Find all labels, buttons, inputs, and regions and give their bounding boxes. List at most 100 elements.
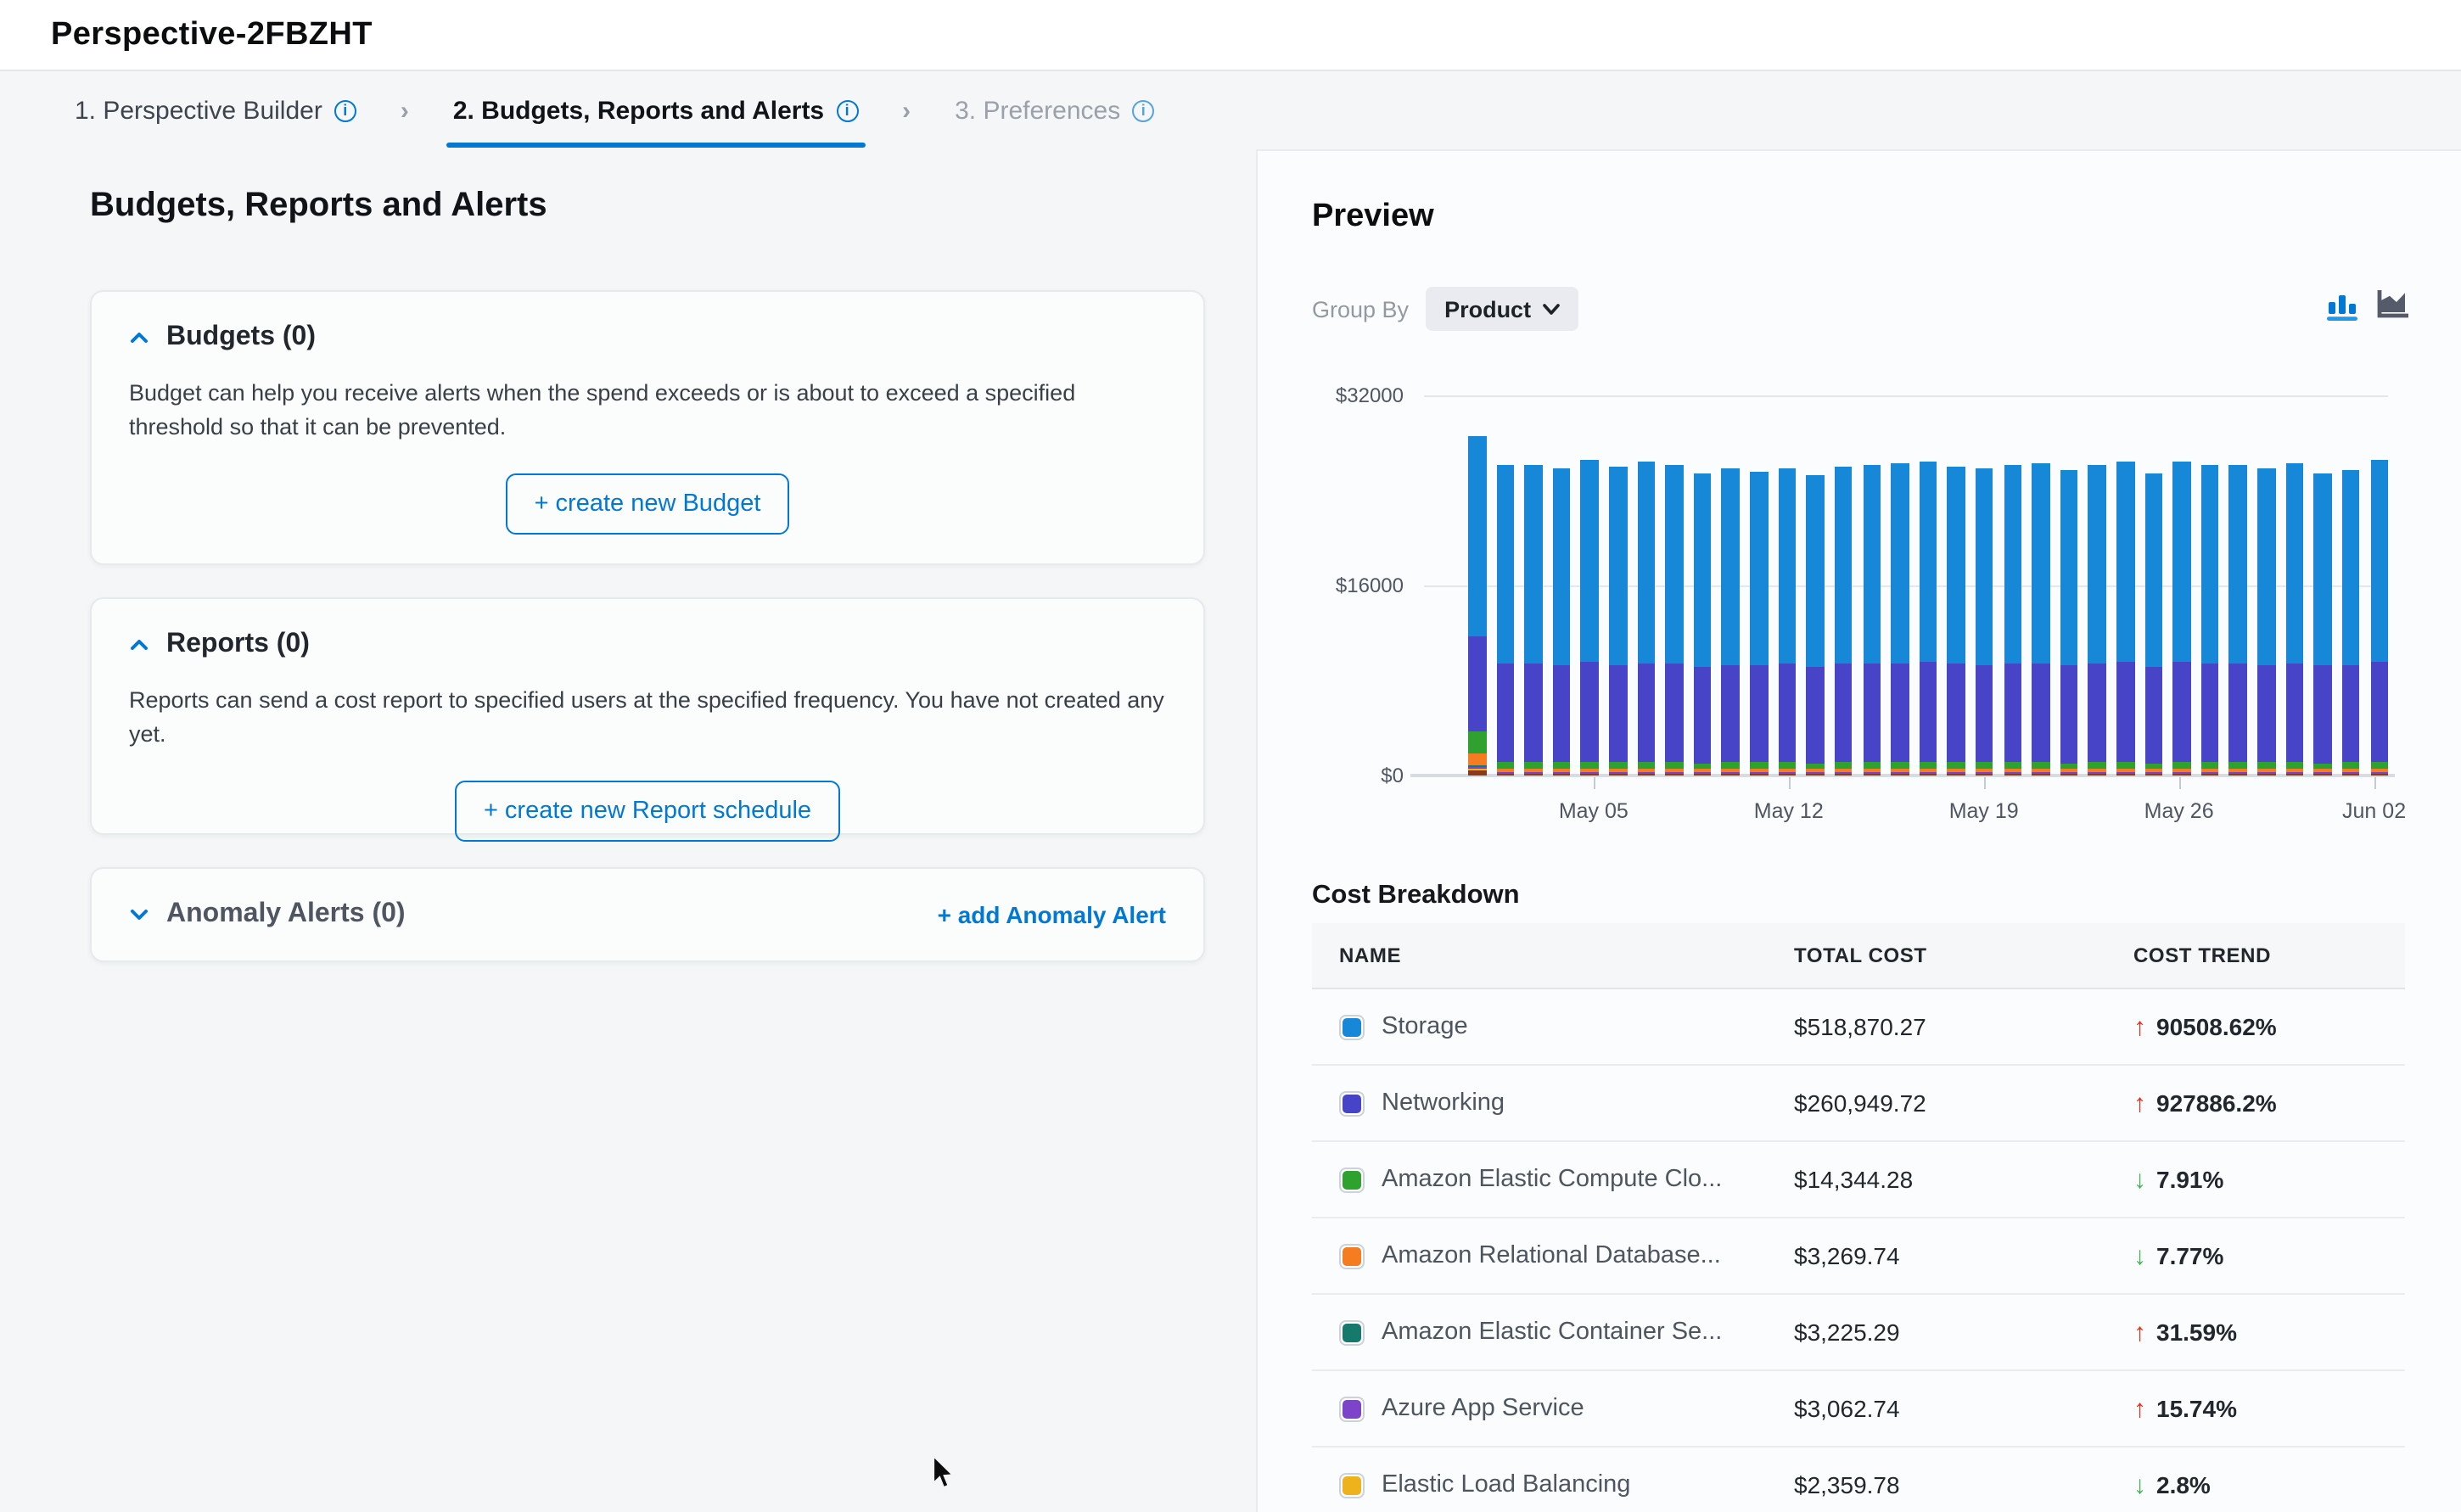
bar-May 01[interactable] xyxy=(1468,437,1486,776)
bar-Jun 02[interactable] xyxy=(2370,460,2388,776)
row-name: Elastic Load Balancing xyxy=(1382,1471,1630,1498)
y-axis-label: $16000 xyxy=(1258,574,1404,597)
cost-breakdown-table: NAME TOTAL COST COST TREND Storage$518,8… xyxy=(1312,923,2405,1512)
bar-May 04[interactable] xyxy=(1553,468,1571,776)
bar-May 08[interactable] xyxy=(1666,464,1684,776)
bar-May 16[interactable] xyxy=(1891,462,1909,776)
series-color-swatch[interactable] xyxy=(1339,1396,1365,1421)
bar-segment xyxy=(1920,762,1937,769)
bar-May 02[interactable] xyxy=(1496,466,1514,776)
add-anomaly-alert-button[interactable]: + add Anomaly Alert xyxy=(938,901,1166,928)
info-icon[interactable]: i xyxy=(334,99,356,121)
bar-segment xyxy=(2060,470,2078,665)
budgets-card: Budgets (0) Budget can help you receive … xyxy=(90,290,1205,565)
bar-May 19[interactable] xyxy=(1976,468,1993,776)
bar-segment xyxy=(1778,763,1796,770)
bar-May 20[interactable] xyxy=(2004,465,2021,776)
chevron-down-icon[interactable] xyxy=(129,904,149,925)
tab-preferences[interactable]: 3. Preferences i xyxy=(948,71,1161,149)
bar-May 10[interactable] xyxy=(1722,469,1740,776)
bar-segment xyxy=(2285,663,2303,762)
series-color-swatch[interactable] xyxy=(1339,1167,1365,1192)
row-name: Amazon Relational Database... xyxy=(1382,1242,1721,1269)
bar-segment xyxy=(1948,763,1965,770)
bar-May 22[interactable] xyxy=(2060,470,2078,776)
bar-chart-icon[interactable] xyxy=(2327,290,2359,321)
x-axis-label: May 12 xyxy=(1754,799,1824,823)
series-color-swatch[interactable] xyxy=(1339,1014,1365,1039)
row-total-cost: $3,062.74 xyxy=(1767,1395,2106,1422)
bar-segment xyxy=(2088,763,2106,770)
info-icon[interactable]: i xyxy=(1132,99,1154,121)
tab-budgets-reports-alerts[interactable]: 2. Budgets, Reports and Alerts i xyxy=(446,71,865,149)
bar-segment xyxy=(2116,462,2134,663)
bar-May 11[interactable] xyxy=(1750,472,1768,776)
bar-May 09[interactable] xyxy=(1694,473,1712,776)
bar-May 24[interactable] xyxy=(2116,462,2134,776)
bar-segment xyxy=(2342,774,2360,776)
bar-segment xyxy=(1553,664,1571,763)
bar-May 31[interactable] xyxy=(2314,473,2332,776)
bar-segment xyxy=(1468,770,1486,776)
bar-May 14[interactable] xyxy=(1835,468,1853,776)
bar-May 21[interactable] xyxy=(2032,463,2049,776)
chevron-up-icon[interactable] xyxy=(129,328,149,348)
table-row[interactable]: Amazon Elastic Compute Clo...$14,344.28↓… xyxy=(1312,1142,2405,1218)
table-row[interactable]: Networking$260,949.72↑927886.2% xyxy=(1312,1066,2405,1142)
table-row[interactable]: Storage$518,870.27↑90508.62% xyxy=(1312,989,2405,1066)
table-row[interactable]: Amazon Relational Database...$3,269.74↓7… xyxy=(1312,1218,2405,1295)
bar-segment xyxy=(1468,732,1486,753)
area-chart-icon[interactable] xyxy=(2376,290,2410,321)
bar-May 06[interactable] xyxy=(1609,468,1627,776)
row-name: Storage xyxy=(1382,1013,1468,1040)
table-row[interactable]: Azure App Service$3,062.74↑15.74% xyxy=(1312,1371,2405,1448)
bar-May 03[interactable] xyxy=(1524,465,1542,776)
bar-segment xyxy=(2172,774,2190,776)
preview-panel: Preview Group By Product $32 xyxy=(1256,149,2461,1512)
series-color-swatch[interactable] xyxy=(1339,1472,1365,1498)
table-row[interactable]: Elastic Load Balancing$2,359.78↓2.8% xyxy=(1312,1448,2405,1512)
bar-segment xyxy=(1694,774,1712,776)
bar-May 28[interactable] xyxy=(2229,465,2247,776)
create-report-schedule-button[interactable]: + create new Report schedule xyxy=(455,780,840,841)
bar-Jun 01[interactable] xyxy=(2342,470,2360,776)
anomaly-alerts-title: Anomaly Alerts (0) xyxy=(166,899,406,930)
bar-segment xyxy=(2314,473,2332,666)
bar-May 18[interactable] xyxy=(1948,467,1965,776)
chevron-up-icon[interactable] xyxy=(129,635,149,655)
row-name: Networking xyxy=(1382,1089,1505,1117)
bar-May 27[interactable] xyxy=(2201,465,2219,776)
bar-May 26[interactable] xyxy=(2172,461,2190,776)
trend-value: 90508.62% xyxy=(2156,1013,2277,1040)
bar-segment xyxy=(2060,665,2078,763)
trend-down-arrow-icon: ↓ xyxy=(2133,1241,2146,1270)
bar-May 23[interactable] xyxy=(2088,464,2106,776)
create-budget-button[interactable]: + create new Budget xyxy=(506,473,790,534)
bar-segment xyxy=(2116,663,2134,763)
bar-May 12[interactable] xyxy=(1778,468,1796,776)
bar-segment xyxy=(2144,774,2162,776)
tab-perspective-builder[interactable]: 1. Perspective Builder i xyxy=(68,71,363,149)
bar-May 30[interactable] xyxy=(2285,462,2303,776)
series-color-swatch[interactable] xyxy=(1339,1243,1365,1268)
bar-segment xyxy=(1694,666,1712,763)
trend-value: 15.74% xyxy=(2156,1395,2237,1422)
trend-up-arrow-icon: ↑ xyxy=(2133,1089,2146,1117)
table-row[interactable]: Amazon Elastic Container Se...$3,225.29↑… xyxy=(1312,1295,2405,1371)
series-color-swatch[interactable] xyxy=(1339,1090,1365,1116)
bar-May 07[interactable] xyxy=(1637,462,1655,776)
row-cost-trend: ↑15.74% xyxy=(2106,1394,2405,1423)
bar-May 17[interactable] xyxy=(1920,461,1937,776)
info-icon[interactable]: i xyxy=(836,99,858,121)
bar-May 13[interactable] xyxy=(1807,474,1825,776)
bar-May 29[interactable] xyxy=(2257,468,2275,776)
bar-May 25[interactable] xyxy=(2144,474,2162,776)
bar-segment xyxy=(1920,461,1937,662)
bar-May 15[interactable] xyxy=(1863,466,1881,776)
group-by-select[interactable]: Product xyxy=(1426,287,1578,331)
bar-segment xyxy=(2370,762,2388,769)
active-tab-underline xyxy=(446,143,865,148)
series-color-swatch[interactable] xyxy=(1339,1319,1365,1345)
bar-May 05[interactable] xyxy=(1581,460,1599,776)
budgets-reports-alerts-section: Budgets, Reports and Alerts Budgets (0) … xyxy=(0,149,1256,1512)
